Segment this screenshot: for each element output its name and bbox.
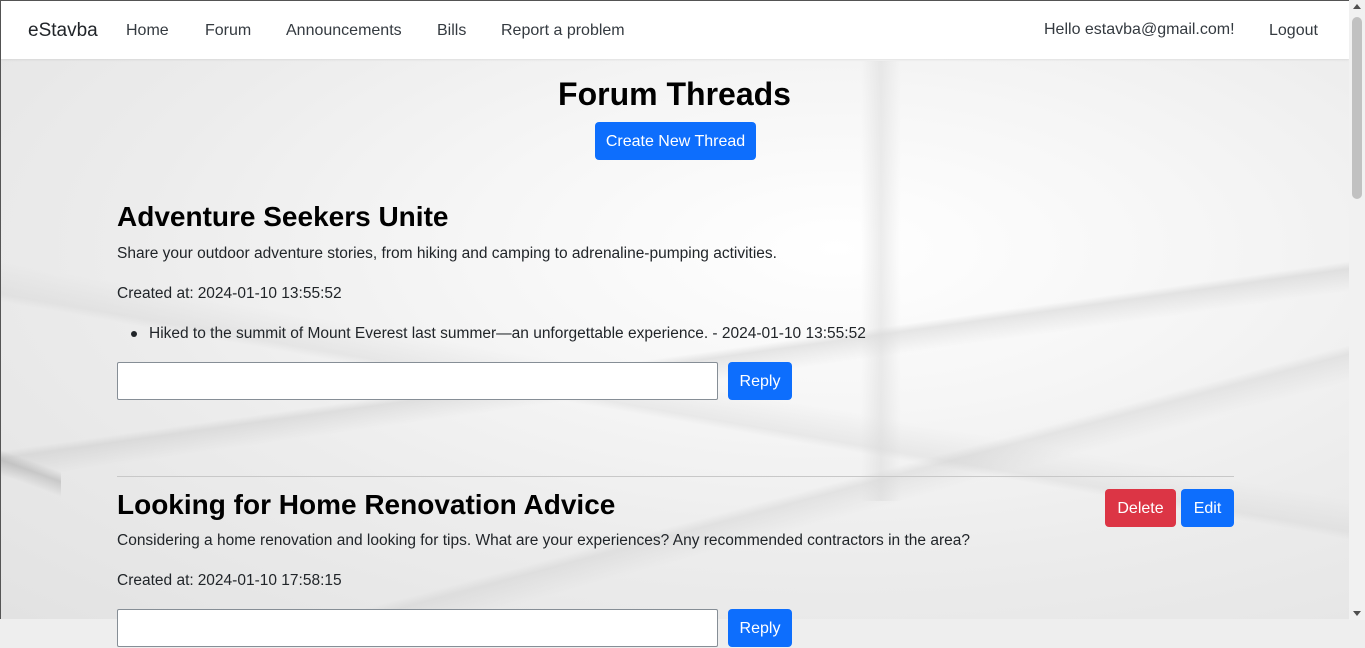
- reply-input[interactable]: [117, 362, 718, 400]
- thread-description: Share your outdoor adventure stories, fr…: [117, 245, 777, 262]
- background-streak: [861, 61, 901, 501]
- nav-bills-link[interactable]: Bills: [437, 22, 466, 40]
- nav-forum-link[interactable]: Forum: [205, 22, 251, 40]
- scroll-down-arrow-icon[interactable]: [1353, 611, 1361, 616]
- delete-thread-button[interactable]: Delete: [1105, 489, 1176, 527]
- created-timestamp: 2024-01-10 13:55:52: [197, 285, 342, 302]
- nav-home-link[interactable]: Home: [126, 22, 169, 40]
- thread-created-at: Created at: 2024-01-10 13:55:52: [117, 285, 342, 303]
- logout-link[interactable]: Logout: [1269, 22, 1318, 40]
- thread-description: Considering a home renovation and lookin…: [117, 532, 970, 549]
- vertical-scrollbar[interactable]: [1349, 0, 1365, 620]
- thread-title: Looking for Home Renovation Advice: [117, 489, 616, 520]
- nav-report-problem-link[interactable]: Report a problem: [501, 22, 625, 40]
- nav-announcements-link[interactable]: Announcements: [286, 22, 402, 40]
- created-label: Created at:: [117, 572, 194, 589]
- thread-created-at: Created at: 2024-01-10 17:58:15: [117, 572, 342, 590]
- reply-list-item: Hiked to the summit of Mount Everest las…: [149, 325, 866, 342]
- reply-input[interactable]: [117, 609, 718, 647]
- scrollbar-thumb[interactable]: [1352, 17, 1362, 199]
- reply-button[interactable]: Reply: [728, 609, 792, 647]
- created-label: Created at:: [117, 285, 194, 302]
- edit-thread-button[interactable]: Edit: [1181, 489, 1234, 527]
- page-title: Forum Threads: [558, 76, 791, 112]
- created-timestamp: 2024-01-10 17:58:15: [197, 572, 342, 589]
- list-bullet-icon: [131, 331, 137, 337]
- user-greeting: Hello estavba@gmail.com!: [1044, 21, 1235, 38]
- create-thread-button[interactable]: Create New Thread: [595, 122, 756, 160]
- brand-link[interactable]: eStavba: [28, 20, 98, 42]
- reply-button[interactable]: Reply: [728, 362, 792, 400]
- background-streak: [1, 441, 61, 521]
- scroll-up-arrow-icon[interactable]: [1353, 4, 1361, 9]
- thread-title: Adventure Seekers Unite: [117, 201, 449, 232]
- thread-divider: [117, 476, 1234, 477]
- top-navbar: eStavba Home Forum Announcements Bills R…: [1, 1, 1349, 59]
